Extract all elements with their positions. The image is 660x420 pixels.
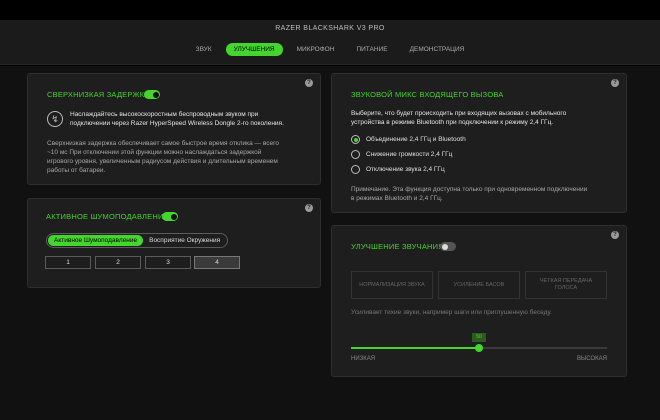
normalize-button[interactable]: НОРМАЛИЗАЦИЯ ЗВУКА	[351, 271, 433, 299]
main-content: ? СВЕРХНИЗКАЯ ЗАДЕРЖКА ↯ Наслаждайтесь в…	[0, 66, 660, 420]
enhance-desc: Усиливает тихие звуки, например шаги или…	[351, 309, 552, 316]
voice-clarity-label-1: ЧЕТКАЯ ПЕРЕДАЧА	[539, 278, 593, 284]
call-mix-option-lower[interactable]: Снижение громкости 2,4 ГГц	[351, 150, 452, 159]
option-label: Отключение звука 2,4 ГГц	[366, 166, 445, 173]
option-label: Объединение 2,4 ГГц и Bluetooth	[366, 136, 466, 143]
anc-mode-selector: Активное Шумоподавление Восприятие Окруж…	[46, 233, 229, 248]
tab-sound[interactable]: ЗВУК	[188, 43, 220, 56]
anc-mode-active[interactable]: Активное Шумоподавление	[48, 235, 144, 246]
slider-low-label: НИЗКАЯ	[351, 356, 376, 362]
slider-value-label: 50	[472, 333, 486, 342]
radio-unselected[interactable]	[351, 150, 360, 159]
call-mix-desc-2: устройства в режиме Bluetooth при подклю…	[351, 119, 554, 126]
anc-mode-ambient[interactable]: Восприятие Окружения	[143, 235, 226, 246]
voice-clarity-label-2: ГОЛОСА	[554, 285, 578, 291]
bass-boost-button[interactable]: УСИЛЕНИЕ БАСОВ	[438, 271, 520, 299]
help-icon[interactable]: ?	[611, 231, 619, 239]
call-mix-title: ЗВУКОВОЙ МИКС ВХОДЯЩЕГО ВЫЗОВА	[351, 90, 504, 99]
tab-power[interactable]: ПИТАНИЕ	[348, 43, 395, 56]
latency-desc-2: ~10 мс При отключении этой функции можно…	[47, 149, 262, 156]
enhance-title: УЛУЧШЕНИЕ ЗВУЧАНИЯ	[351, 242, 444, 251]
anc-level-1[interactable]: 1	[45, 256, 91, 269]
dongle-icon: ↯	[47, 111, 63, 127]
latency-desc-4: работы от батареи.	[47, 167, 106, 174]
voice-clarity-button[interactable]: ЧЕТКАЯ ПЕРЕДАЧА ГОЛОСА	[525, 271, 607, 299]
enhance-panel: ? УЛУЧШЕНИЕ ЗВУЧАНИЯ НОРМАЛИЗАЦИЯ ЗВУКА …	[331, 225, 627, 377]
anc-level-4[interactable]: 4	[194, 256, 240, 269]
anc-level-3[interactable]: 3	[145, 256, 191, 269]
latency-title: СВЕРХНИЗКАЯ ЗАДЕРЖКА	[47, 90, 150, 99]
radio-selected[interactable]	[351, 135, 360, 144]
call-mix-desc-1: Выберите, что будет происходить при вход…	[351, 110, 567, 117]
call-mix-option-merge[interactable]: Объединение 2,4 ГГц и Bluetooth	[351, 135, 466, 144]
slider-high-label: ВЫСОКАЯ	[576, 356, 607, 362]
latency-panel: ? СВЕРХНИЗКАЯ ЗАДЕРЖКА ↯ Наслаждайтесь в…	[27, 73, 321, 185]
app-header: RAZER BLACKSHARK V3 PRO ЗВУК УЛУЧШЕНИЯ М…	[0, 20, 660, 65]
anc-title: АКТИВНОЕ ШУМОПОДАВЛЕНИЕ	[46, 212, 169, 221]
call-mix-note-2: в режимах Bluetooth и 2,4 ГГц.	[351, 195, 443, 202]
help-icon[interactable]: ?	[611, 79, 619, 87]
help-icon[interactable]: ?	[305, 204, 313, 212]
slider-fill	[351, 347, 479, 349]
help-icon[interactable]: ?	[305, 79, 313, 87]
enhance-toggle[interactable]	[440, 242, 456, 251]
latency-desc-3: игрового уровня, увеличенным радиусом де…	[47, 158, 278, 165]
latency-toggle[interactable]	[144, 90, 160, 99]
enhance-slider[interactable]	[351, 344, 607, 352]
option-label: Снижение громкости 2,4 ГГц	[366, 151, 453, 158]
tab-demo[interactable]: ДЕМОНСТРАЦИЯ	[402, 43, 473, 56]
call-mix-option-mute[interactable]: Отключение звука 2,4 ГГц	[351, 165, 445, 174]
call-mix-note-1: Примечание. Эта функция доступна только …	[351, 186, 588, 193]
slider-thumb[interactable]	[475, 344, 483, 352]
tab-microphone[interactable]: МИКРОФОН	[289, 43, 343, 56]
tab-bar: ЗВУК УЛУЧШЕНИЯ МИКРОФОН ПИТАНИЕ ДЕМОНСТР…	[0, 43, 660, 56]
title-bar	[0, 0, 660, 20]
tab-enhancements[interactable]: УЛУЧШЕНИЯ	[225, 43, 283, 56]
device-title: RAZER BLACKSHARK V3 PRO	[275, 25, 385, 32]
anc-toggle[interactable]	[162, 212, 178, 221]
call-mix-panel: ? ЗВУКОВОЙ МИКС ВХОДЯЩЕГО ВЫЗОВА Выберит…	[331, 73, 627, 213]
dongle-text-2: подключении через Razer HyperSpeed Wirel…	[70, 120, 284, 127]
anc-level-2[interactable]: 2	[95, 256, 141, 269]
radio-unselected[interactable]	[351, 165, 360, 174]
dongle-text-1: Наслаждайтесь высокоскоростным беспровод…	[70, 111, 259, 118]
latency-desc-1: Сверхнизкая задержка обеспечивает самое …	[47, 140, 279, 147]
